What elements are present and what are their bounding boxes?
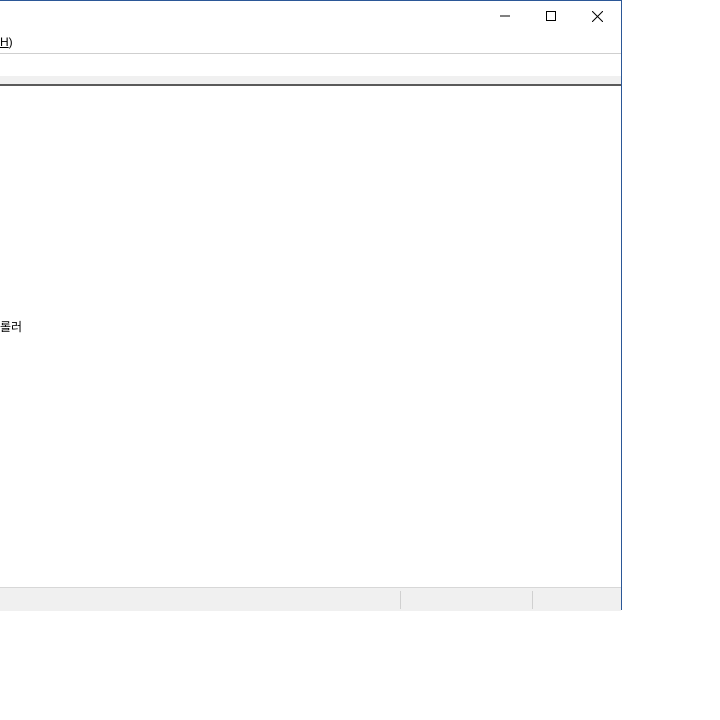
content-area: 롤러	[0, 86, 621, 586]
menu-help[interactable]: H)	[0, 31, 15, 53]
status-separator	[400, 591, 401, 609]
close-button[interactable]	[574, 1, 620, 31]
status-bar	[0, 587, 621, 611]
maximize-button[interactable]	[528, 1, 574, 31]
menu-help-mnemonic: H	[0, 35, 9, 49]
minimize-button[interactable]	[482, 1, 528, 31]
minimize-icon	[500, 15, 510, 17]
app-window: H) 롤러	[0, 0, 622, 611]
menu-bar: H)	[0, 31, 621, 54]
maximize-icon	[546, 11, 556, 21]
menu-help-suffix: )	[8, 35, 13, 49]
close-icon	[591, 10, 603, 22]
list-header	[0, 76, 621, 86]
title-bar[interactable]	[0, 1, 621, 31]
status-separator	[532, 591, 533, 609]
toolbar	[0, 54, 621, 76]
tree-item[interactable]: 롤러	[0, 319, 22, 335]
